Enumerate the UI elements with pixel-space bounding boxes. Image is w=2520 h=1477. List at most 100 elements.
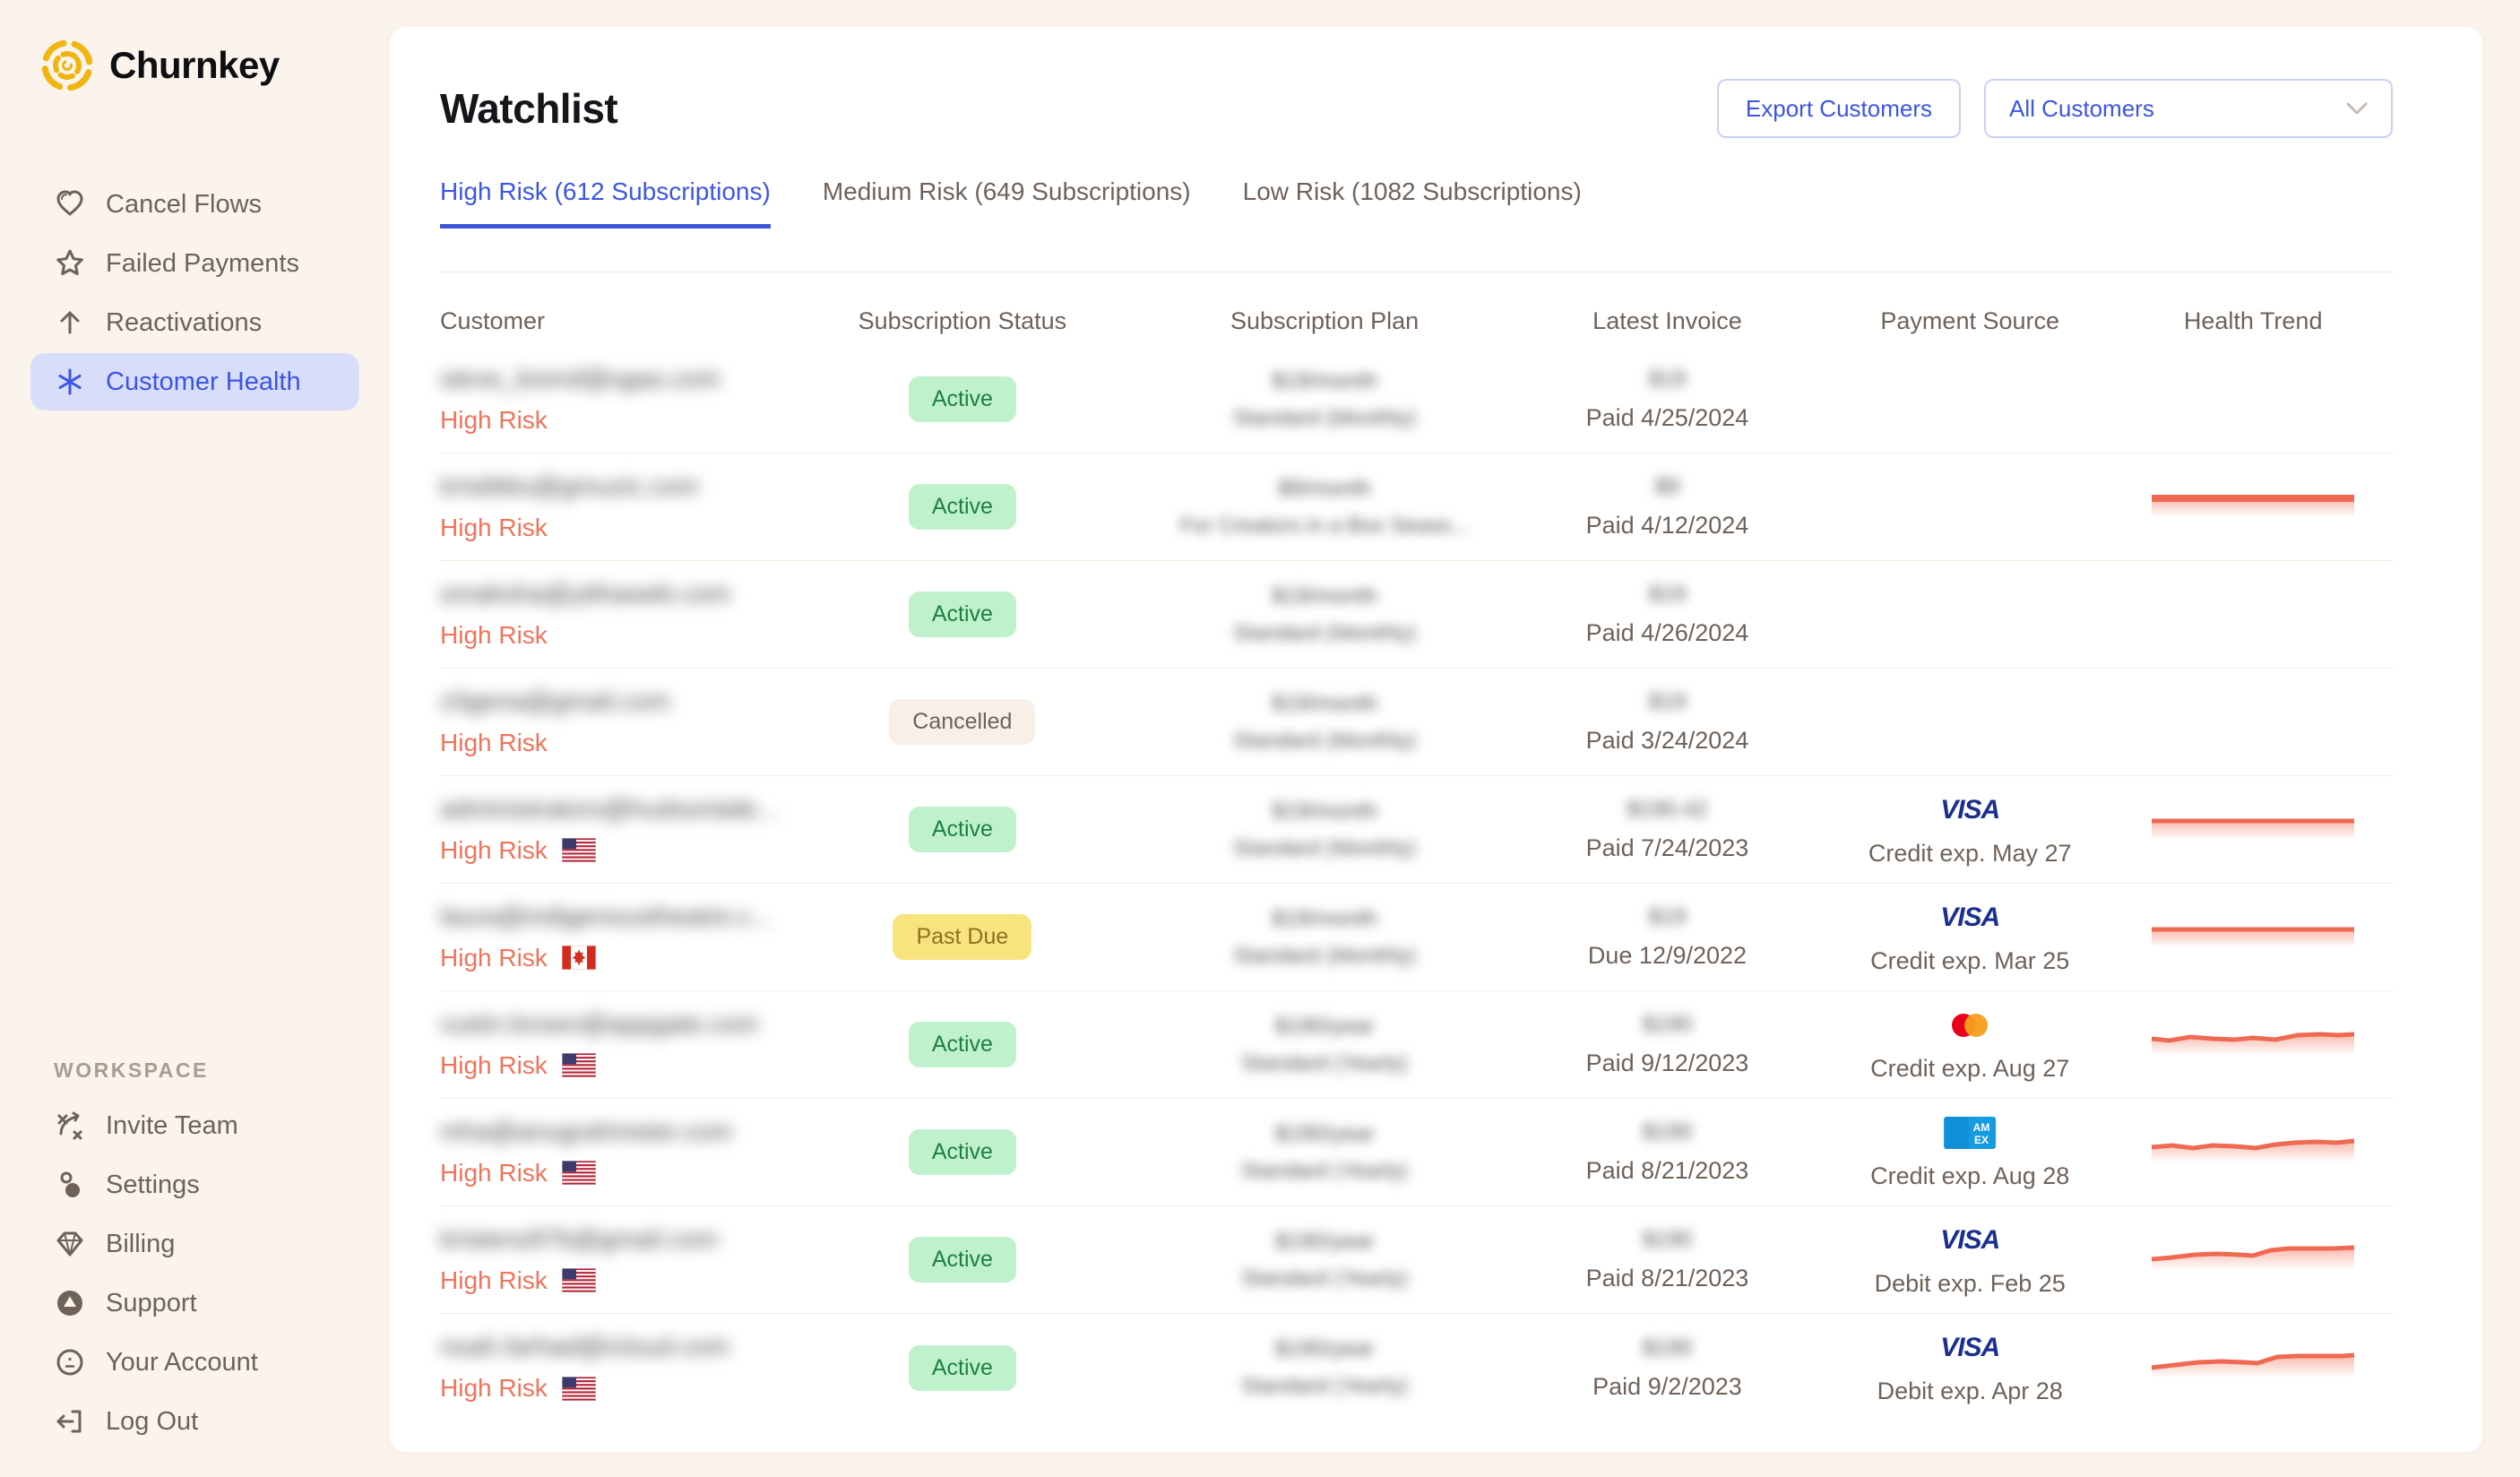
app-logo[interactable]: Churnkey xyxy=(30,38,359,93)
risk-label: High Risk xyxy=(440,514,548,542)
risk-tabs: High Risk (612 Subscriptions) Medium Risk… xyxy=(440,177,2393,229)
tab-medium-risk[interactable]: Medium Risk (649 Subscriptions) xyxy=(823,177,1191,229)
sidebar-item-label: Log Out xyxy=(106,1407,198,1437)
us-flag-icon xyxy=(562,838,596,862)
sidebar-item-label: Support xyxy=(106,1289,197,1318)
table-row[interactable]: administrators@hudsontale... High Risk A… xyxy=(440,776,2393,884)
invoice-amount-blurred: $190 xyxy=(1643,1227,1693,1253)
sidebar-item-failed-payments[interactable]: Failed Payments xyxy=(30,235,359,292)
sidebar-item-billing[interactable]: Billing xyxy=(30,1215,359,1273)
invoice-status: Paid 8/21/2023 xyxy=(1586,1157,1749,1185)
status-badge: Active xyxy=(909,1129,1016,1175)
card-expiry: Credit exp. Aug 27 xyxy=(1870,1055,2069,1083)
sidebar-item-label: Failed Payments xyxy=(106,249,299,279)
sidebar-item-your-account[interactable]: Your Account xyxy=(30,1334,359,1391)
table-row[interactable]: noah.farhad@icloud.com High Risk Active … xyxy=(440,1314,2393,1421)
invoice-status: Due 12/9/2022 xyxy=(1588,942,1747,970)
svg-text:AM: AM xyxy=(1973,1121,1990,1134)
table-row[interactable]: laura@indigenoustheatre.c... High Risk P… xyxy=(440,884,2393,991)
customer-email-blurred: kristibks@gmuzic.com xyxy=(440,472,699,502)
plan-price-blurred: $9/month xyxy=(1278,476,1371,502)
tab-low-risk[interactable]: Low Risk (1082 Subscriptions) xyxy=(1243,177,1582,229)
main-content-card: Watchlist Export Customers All Customers… xyxy=(390,27,2482,1452)
health-trend-sparkline xyxy=(2150,809,2356,851)
status-badge: Past Due xyxy=(893,914,1031,960)
card-expiry: Credit exp. May 27 xyxy=(1868,840,2072,868)
plan-name-blurred: Standard (Yearly) xyxy=(1241,1266,1408,1291)
table-row[interactable]: kristibks@gmuzic.com High Risk Active $9… xyxy=(440,453,2393,561)
us-flag-icon xyxy=(562,1377,596,1401)
column-header: Latest Invoice xyxy=(1508,307,1826,335)
support-icon xyxy=(54,1287,86,1319)
dropdown-selected-value: All Customers xyxy=(2009,95,2154,123)
customer-email-blurred: mha@anugrahmeier.com xyxy=(440,1118,732,1147)
workspace-heading: WORKSPACE xyxy=(30,1058,359,1083)
table-row[interactable]: smaksha@ytthaweb.com High Risk Active $1… xyxy=(440,561,2393,669)
asterisk-icon xyxy=(54,366,86,398)
sidebar-item-support[interactable]: Support xyxy=(30,1274,359,1332)
heart-icon xyxy=(54,188,86,220)
customer-email-blurred: steve_brend@sgas.com xyxy=(440,365,721,394)
invoice-status: Paid 4/26/2024 xyxy=(1586,619,1749,647)
billing-icon xyxy=(54,1228,86,1260)
table-row[interactable]: kristens97b@gmail.com High Risk Active $… xyxy=(440,1206,2393,1314)
strategy-icon xyxy=(54,1110,86,1142)
export-customers-button[interactable]: Export Customers xyxy=(1717,79,1961,138)
sidebar-item-reactivations[interactable]: Reactivations xyxy=(30,294,359,351)
table-row[interactable]: mha@anugrahmeier.com High Risk Active $1… xyxy=(440,1099,2393,1206)
customers-filter-dropdown[interactable]: All Customers xyxy=(1984,79,2393,138)
risk-label: High Risk xyxy=(440,406,548,435)
plan-name-blurred: Standard (Monthly) xyxy=(1233,406,1416,431)
plan-price-blurred: $190/year xyxy=(1274,1121,1374,1147)
customer-email-blurred: smaksha@ytthaweb.com xyxy=(440,580,730,609)
plan-name-blurred: For Creators in a Box Seaso... xyxy=(1180,514,1470,539)
invoice-status: Paid 7/24/2023 xyxy=(1586,834,1749,862)
logout-icon xyxy=(54,1405,86,1438)
sidebar-item-cancel-flows[interactable]: Cancel Flows xyxy=(30,176,359,233)
card-header: Watchlist Export Customers All Customers xyxy=(440,79,2393,138)
health-trend-sparkline xyxy=(2150,1132,2356,1173)
us-flag-icon xyxy=(562,1161,596,1185)
workspace-nav: Invite Team Settings Billing Support You… xyxy=(30,1097,359,1450)
header-actions: Export Customers All Customers xyxy=(1717,79,2393,138)
table-row[interactable]: rustin.brown@appgate.com High Risk Activ… xyxy=(440,991,2393,1099)
plan-name-blurred: Standard (Yearly) xyxy=(1241,1051,1408,1076)
health-trend-sparkline xyxy=(2150,1024,2356,1066)
invoice-status: Paid 9/12/2023 xyxy=(1586,1049,1749,1077)
sidebar: Churnkey Cancel Flows Failed Payments Re… xyxy=(0,0,390,1477)
invoice-amount-blurred: $9 xyxy=(1655,474,1680,500)
risk-label: High Risk xyxy=(440,729,548,757)
health-trend-sparkline xyxy=(2150,1239,2356,1281)
plan-price-blurred: $190/year xyxy=(1274,1229,1374,1255)
column-header: Health Trend xyxy=(2113,307,2393,335)
plan-name-blurred: Standard (Yearly) xyxy=(1241,1374,1408,1399)
sidebar-item-customer-health[interactable]: Customer Health xyxy=(30,353,359,410)
svg-text:EX: EX xyxy=(1974,1134,1989,1146)
risk-label: High Risk xyxy=(440,1159,548,1188)
plan-price-blurred: $19/month xyxy=(1272,583,1377,609)
customer-email-blurred: rustin.brown@appgate.com xyxy=(440,1010,758,1040)
invoice-amount-blurred: $19 xyxy=(1649,582,1687,608)
status-badge: Active xyxy=(909,376,1016,422)
sidebar-item-invite-team[interactable]: Invite Team xyxy=(30,1097,359,1154)
sidebar-item-log-out[interactable]: Log Out xyxy=(30,1393,359,1450)
tab-high-risk[interactable]: High Risk (612 Subscriptions) xyxy=(440,177,771,229)
column-header: Subscription Status xyxy=(784,307,1142,335)
invoice-amount-blurred: $19 xyxy=(1649,367,1687,393)
table-row[interactable]: c0gena@gmail.com High Risk Cancelled $19… xyxy=(440,669,2393,776)
sidebar-item-label: Settings xyxy=(106,1170,200,1200)
churnkey-logo-icon xyxy=(39,38,95,93)
risk-label: High Risk xyxy=(440,944,548,972)
table-row[interactable]: steve_brend@sgas.com High Risk Active $1… xyxy=(440,346,2393,453)
sidebar-item-settings[interactable]: Settings xyxy=(30,1156,359,1214)
visa-logo: VISA xyxy=(1940,1333,1999,1363)
amex-logo: AMEX xyxy=(1944,1117,1996,1149)
invoice-status: Paid 3/24/2024 xyxy=(1586,727,1749,755)
health-trend-sparkline xyxy=(2150,1347,2356,1388)
app-name: Churnkey xyxy=(109,44,280,87)
status-badge: Active xyxy=(909,807,1016,852)
sidebar-item-label: Your Account xyxy=(106,1348,258,1378)
health-trend-sparkline xyxy=(2150,487,2356,528)
invoice-status: Paid 4/12/2024 xyxy=(1586,512,1749,540)
customer-email-blurred: laura@indigenoustheatre.c... xyxy=(440,903,772,932)
